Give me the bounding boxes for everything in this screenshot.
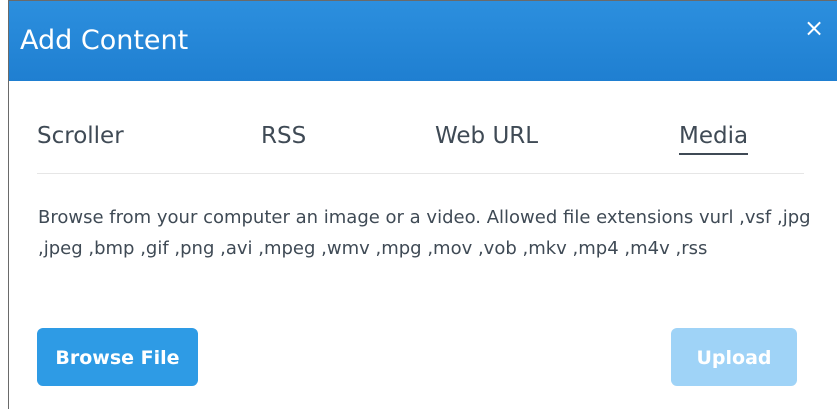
upload-button[interactable]: Upload [671, 328, 797, 386]
dialog-title: Add Content [20, 25, 189, 56]
tab-rss[interactable]: RSS [261, 121, 306, 151]
tab-media[interactable]: Media [679, 121, 749, 155]
tabs-divider [37, 173, 804, 174]
tab-scroller[interactable]: Scroller [37, 121, 124, 151]
dialog-titlebar: Add Content × [9, 1, 837, 81]
media-description: Browse from your computer an image or a … [38, 207, 811, 259]
browse-file-button[interactable]: Browse File [37, 328, 198, 386]
content-type-tabs: Scroller RSS Web URL Media [9, 111, 837, 171]
add-content-dialog: Add Content × Scroller RSS Web URL Media… [8, 0, 837, 409]
close-icon[interactable]: × [801, 15, 827, 41]
tab-web-url[interactable]: Web URL [435, 121, 538, 151]
